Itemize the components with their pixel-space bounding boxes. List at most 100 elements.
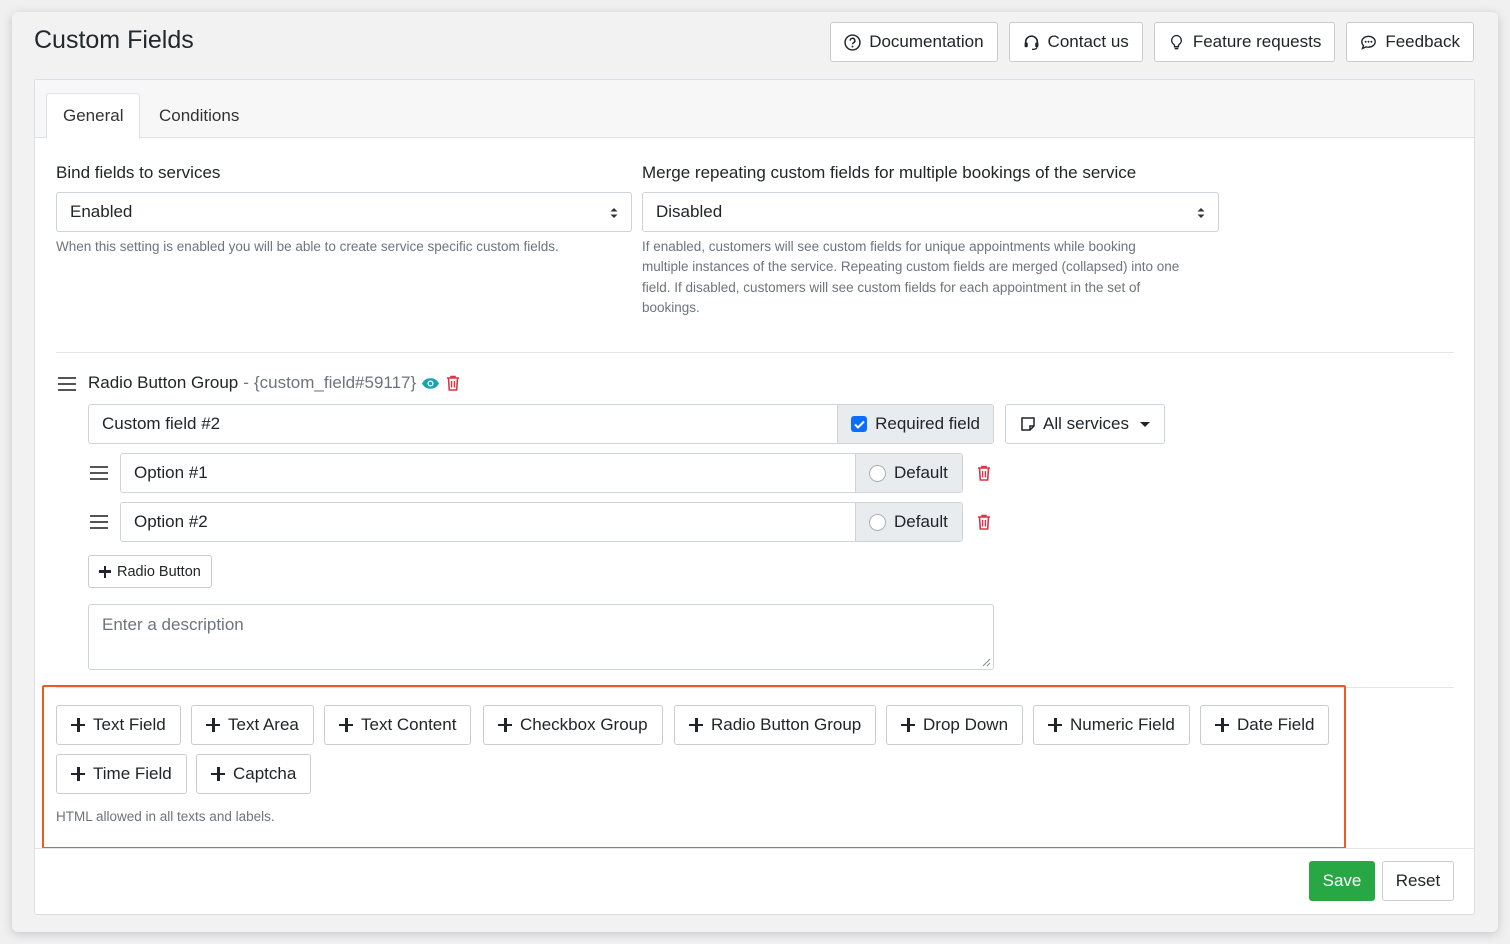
question-circle-icon: [844, 33, 861, 51]
required-field-toggle[interactable]: Required field: [837, 405, 993, 443]
field-heading: Radio Button Group - {custom_field#59117…: [88, 373, 461, 393]
tab-conditions[interactable]: Conditions: [143, 93, 255, 139]
plus-icon: [211, 767, 225, 781]
add-button-label: Date Field: [1237, 715, 1315, 734]
lightbulb-icon: [1170, 34, 1182, 49]
option-row: Option #2 Default: [120, 502, 963, 542]
feedback-button[interactable]: Feedback: [1346, 22, 1474, 62]
note-icon: [1021, 417, 1035, 431]
field-code: {custom_field#59117}: [253, 373, 417, 392]
merge-help-line: multiple instances of the service. Repea…: [642, 259, 1180, 275]
add-button-label: Text Content: [361, 715, 457, 734]
plus-icon: [1215, 718, 1229, 732]
default-label: Default: [894, 512, 948, 531]
feature-requests-label: Feature requests: [1192, 32, 1322, 51]
merge-fields-select[interactable]: Disabled: [642, 192, 1219, 232]
add-button-label: Checkbox Group: [520, 715, 648, 734]
add-radio-button[interactable]: Radio Button: [88, 555, 212, 588]
feedback-label: Feedback: [1385, 32, 1460, 51]
option-row: Option #1 Default: [120, 453, 963, 493]
plus-icon: [206, 718, 220, 732]
plus-icon: [1048, 718, 1062, 732]
add-button-label: Captcha: [233, 764, 297, 783]
field-name-group: Custom field #2 Required field: [88, 404, 994, 444]
default-label: Default: [894, 463, 948, 482]
settings-card: General Conditions Bind fields to servic…: [34, 79, 1475, 915]
section-divider: [56, 352, 1454, 353]
option-drag-handle-icon[interactable]: [90, 515, 108, 529]
merge-fields-label: Merge repeating custom fields for multip…: [642, 163, 1137, 182]
documentation-label: Documentation: [869, 32, 984, 51]
documentation-button[interactable]: Documentation: [830, 22, 998, 62]
bind-fields-select[interactable]: Enabled: [56, 192, 632, 232]
add-time-field-button[interactable]: Time Field: [56, 754, 187, 794]
plus-icon: [71, 718, 85, 732]
add-radio-button-label: Radio Button: [117, 563, 201, 580]
description-placeholder: Enter a description: [102, 615, 244, 634]
default-option-toggle[interactable]: Default: [855, 454, 962, 492]
services-dropdown-label: All services: [1043, 414, 1129, 433]
add-text-area-button[interactable]: Text Area: [191, 705, 314, 745]
field-separator: -: [243, 373, 249, 392]
caret-down-icon: [1139, 421, 1150, 427]
drag-handle-icon[interactable]: [58, 377, 76, 391]
delete-option-icon[interactable]: [976, 513, 992, 531]
default-radio[interactable]: [869, 464, 886, 482]
bind-fields-label: Bind fields to services: [56, 163, 221, 182]
merge-help-line: bookings.: [642, 299, 700, 315]
headset-icon: [1024, 34, 1038, 50]
check-icon: [853, 420, 865, 429]
merge-help-line: If enabled, customers will see custom fi…: [642, 239, 1136, 254]
required-checkbox[interactable]: [851, 416, 868, 432]
html-allowed-note: HTML allowed in all texts and labels.: [56, 809, 275, 824]
field-name-input[interactable]: Custom field #2: [89, 405, 837, 443]
add-drop-down-button[interactable]: Drop Down: [886, 705, 1024, 745]
add-text-field-button[interactable]: Text Field: [56, 705, 181, 745]
contact-us-button[interactable]: Contact us: [1008, 22, 1143, 62]
delete-option-icon[interactable]: [976, 464, 992, 482]
add-checkbox-group-button[interactable]: Checkbox Group: [483, 705, 663, 745]
add-captcha-button[interactable]: Captcha: [196, 754, 312, 794]
plus-icon: [71, 767, 85, 781]
merge-fields-help: If enabled, customers will see custom fi…: [642, 237, 1232, 318]
merge-fields-value: Disabled: [656, 202, 723, 221]
add-numeric-field-button[interactable]: Numeric Field: [1033, 705, 1190, 745]
tab-general[interactable]: General: [46, 93, 141, 139]
tabs-bar: General Conditions: [35, 80, 1474, 139]
description-textarea[interactable]: Enter a description: [88, 604, 994, 670]
add-radio-button-group-button[interactable]: Radio Button Group: [674, 705, 877, 745]
field-type: Radio Button Group: [88, 373, 239, 392]
trash-icon[interactable]: [445, 374, 461, 392]
resize-grip-icon[interactable]: [982, 658, 991, 667]
plus-icon: [901, 718, 915, 732]
option-input[interactable]: Option #2: [121, 503, 855, 541]
select-arrows-icon: [610, 208, 618, 218]
add-button-label: Time Field: [93, 764, 172, 783]
bind-fields-help: When this setting is enabled you will be…: [56, 239, 559, 254]
reset-button[interactable]: Reset: [1382, 861, 1454, 901]
merge-help-line: field. If disabled, customers will see c…: [642, 279, 1141, 295]
feature-requests-button[interactable]: Feature requests: [1153, 22, 1336, 62]
bind-fields-value: Enabled: [70, 202, 133, 221]
plus-icon: [99, 565, 111, 578]
plus-icon: [689, 718, 703, 732]
add-text-content-button[interactable]: Text Content: [324, 705, 472, 745]
default-radio[interactable]: [869, 513, 886, 531]
eye-icon[interactable]: [421, 377, 440, 390]
add-button-label: Numeric Field: [1070, 715, 1175, 734]
select-arrows-icon: [1197, 208, 1205, 218]
add-date-field-button[interactable]: Date Field: [1200, 705, 1330, 745]
plus-icon: [339, 718, 353, 732]
add-button-label: Text Field: [93, 715, 166, 734]
top-actions: Documentation Contact us Feature request…: [830, 22, 1474, 62]
services-dropdown[interactable]: All services: [1005, 404, 1165, 444]
option-drag-handle-icon[interactable]: [90, 466, 108, 480]
page-title: Custom Fields: [34, 26, 194, 54]
default-option-toggle[interactable]: Default: [855, 503, 962, 541]
plus-icon: [498, 718, 512, 732]
required-field-label: Required field: [875, 414, 980, 433]
add-button-label: Drop Down: [923, 715, 1009, 734]
save-button[interactable]: Save: [1309, 861, 1375, 901]
contact-us-label: Contact us: [1047, 32, 1129, 51]
option-input[interactable]: Option #1: [121, 454, 855, 492]
